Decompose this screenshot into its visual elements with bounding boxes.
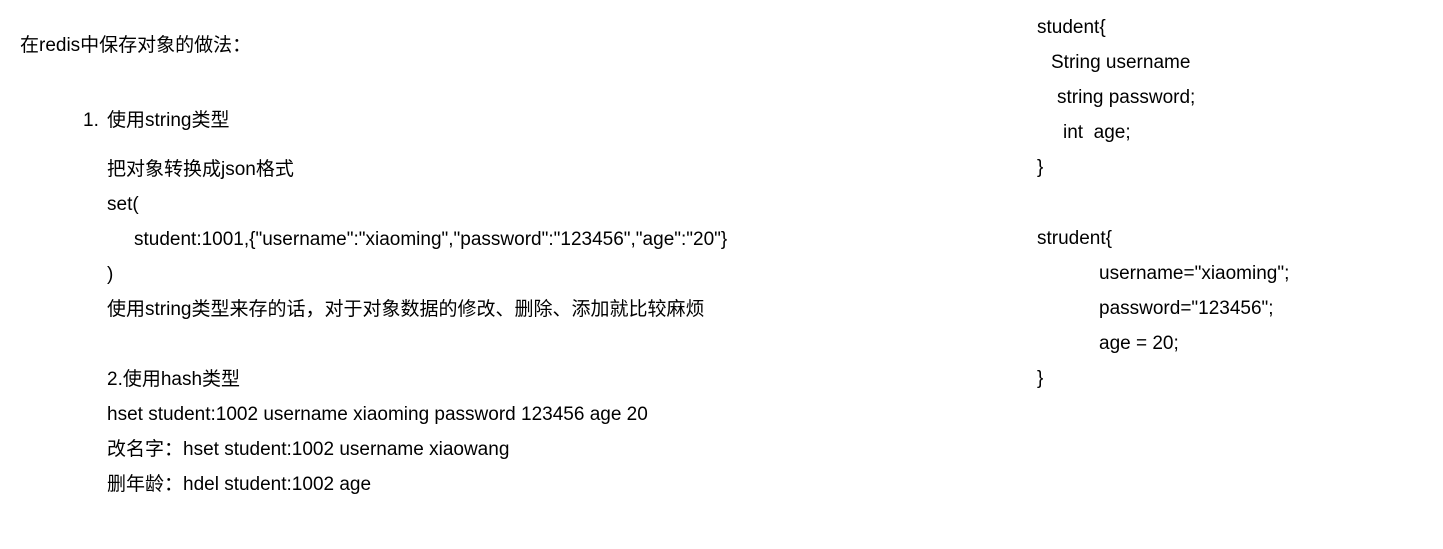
string-type-section: 把对象转换成json格式 set( student:1001,{"usernam… (107, 152, 1007, 327)
left-column: 在redis中保存对象的做法： 1. 使用string类型 把对象转换成json… (0, 0, 1000, 549)
set-command-argument: student:1001,{"username":"xiaoming","pas… (134, 229, 728, 250)
list-item-marker: 1. (83, 110, 99, 131)
class-field-password: string password; (1057, 87, 1196, 108)
hset-command: hset student:1002 username xiaoming pass… (107, 404, 648, 425)
string-type-summary: 使用string类型来存的话，对于对象数据的修改、删除、添加就比较麻烦 (107, 299, 705, 320)
class-close-brace-line: } (1037, 157, 1044, 178)
list-item: 1. 使用string类型 (0, 106, 1000, 142)
class-field-age: int age; (1063, 122, 1131, 143)
instance-assign-age: age = 20; (1099, 333, 1179, 354)
student-class-definition: student{ String username string password… (1037, 10, 1437, 185)
ordered-list: 1. 使用string类型 (0, 106, 1000, 142)
right-column: student{ String username string password… (1037, 0, 1437, 549)
page-title: 在redis中保存对象的做法： (20, 35, 252, 56)
document-page: 在redis中保存对象的做法： 1. 使用string类型 把对象转换成json… (0, 0, 1443, 549)
class-open-brace-line: student{ (1037, 17, 1106, 38)
json-conversion-note: 把对象转换成json格式 (107, 159, 294, 180)
hash-type-section: 2.使用hash类型 hset student:1002 username xi… (107, 362, 1007, 502)
rename-command-line: 改名字：hset student:1002 username xiaowang (107, 439, 510, 460)
class-field-username: String username (1051, 52, 1191, 73)
set-command-open: set( (107, 194, 139, 215)
instance-open-brace-line: strudent{ (1037, 228, 1112, 249)
instance-close-brace-line: } (1037, 368, 1044, 389)
instance-assign-password: password="123456"; (1099, 298, 1274, 319)
set-command-close: ) (107, 264, 114, 285)
list-item-label: 使用string类型 (107, 110, 230, 131)
instance-assign-username: username="xiaoming"; (1099, 263, 1290, 284)
delete-age-command-line: 删年龄：hdel student:1002 age (107, 474, 372, 495)
hash-section-heading: 2.使用hash类型 (107, 369, 241, 390)
student-instance-definition: strudent{ username="xiaoming"; password=… (1037, 221, 1437, 396)
